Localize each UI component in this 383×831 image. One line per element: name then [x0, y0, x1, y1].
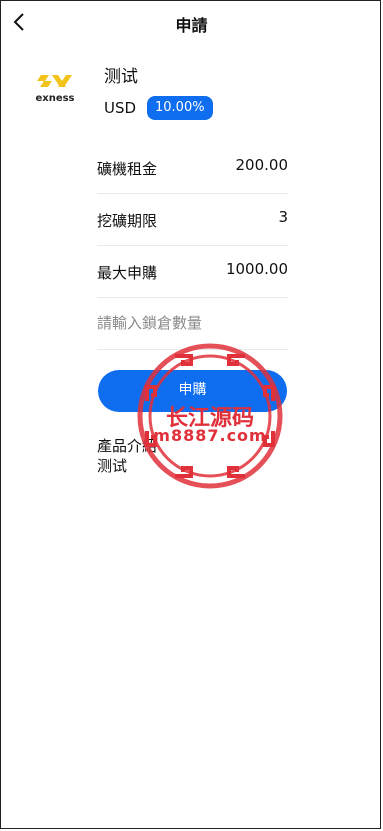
- currency-label: USD: [104, 99, 137, 117]
- detail-value: 3: [278, 208, 288, 226]
- description-text: 测试: [97, 457, 128, 475]
- header-bar: 申請: [0, 0, 383, 44]
- product-name: 测试: [104, 67, 138, 87]
- lock-amount-input[interactable]: [97, 310, 288, 336]
- page-title: 申請: [175, 16, 208, 35]
- detail-value: 200.00: [235, 156, 289, 174]
- app-frame: [0, 0, 381, 829]
- rate-badge: 10.00%: [147, 96, 213, 120]
- logo-text: exness: [35, 93, 74, 104]
- detail-value: 1000.00: [225, 260, 288, 278]
- detail-label: 最大申購: [97, 264, 158, 282]
- detail-row-rent: 礦機租金 200.00: [97, 142, 288, 194]
- description-label: 產品介紹: [97, 437, 158, 455]
- subscribe-button[interactable]: 申購: [98, 370, 287, 412]
- detail-label: 礦機租金: [97, 160, 158, 178]
- amount-input-row: [97, 298, 288, 350]
- detail-row-max-purchase: 最大申購 1000.00: [97, 246, 288, 298]
- exness-logo: exness: [30, 72, 80, 104]
- detail-label: 挖礦期限: [97, 212, 158, 230]
- detail-row-period: 挖礦期限 3: [97, 194, 288, 246]
